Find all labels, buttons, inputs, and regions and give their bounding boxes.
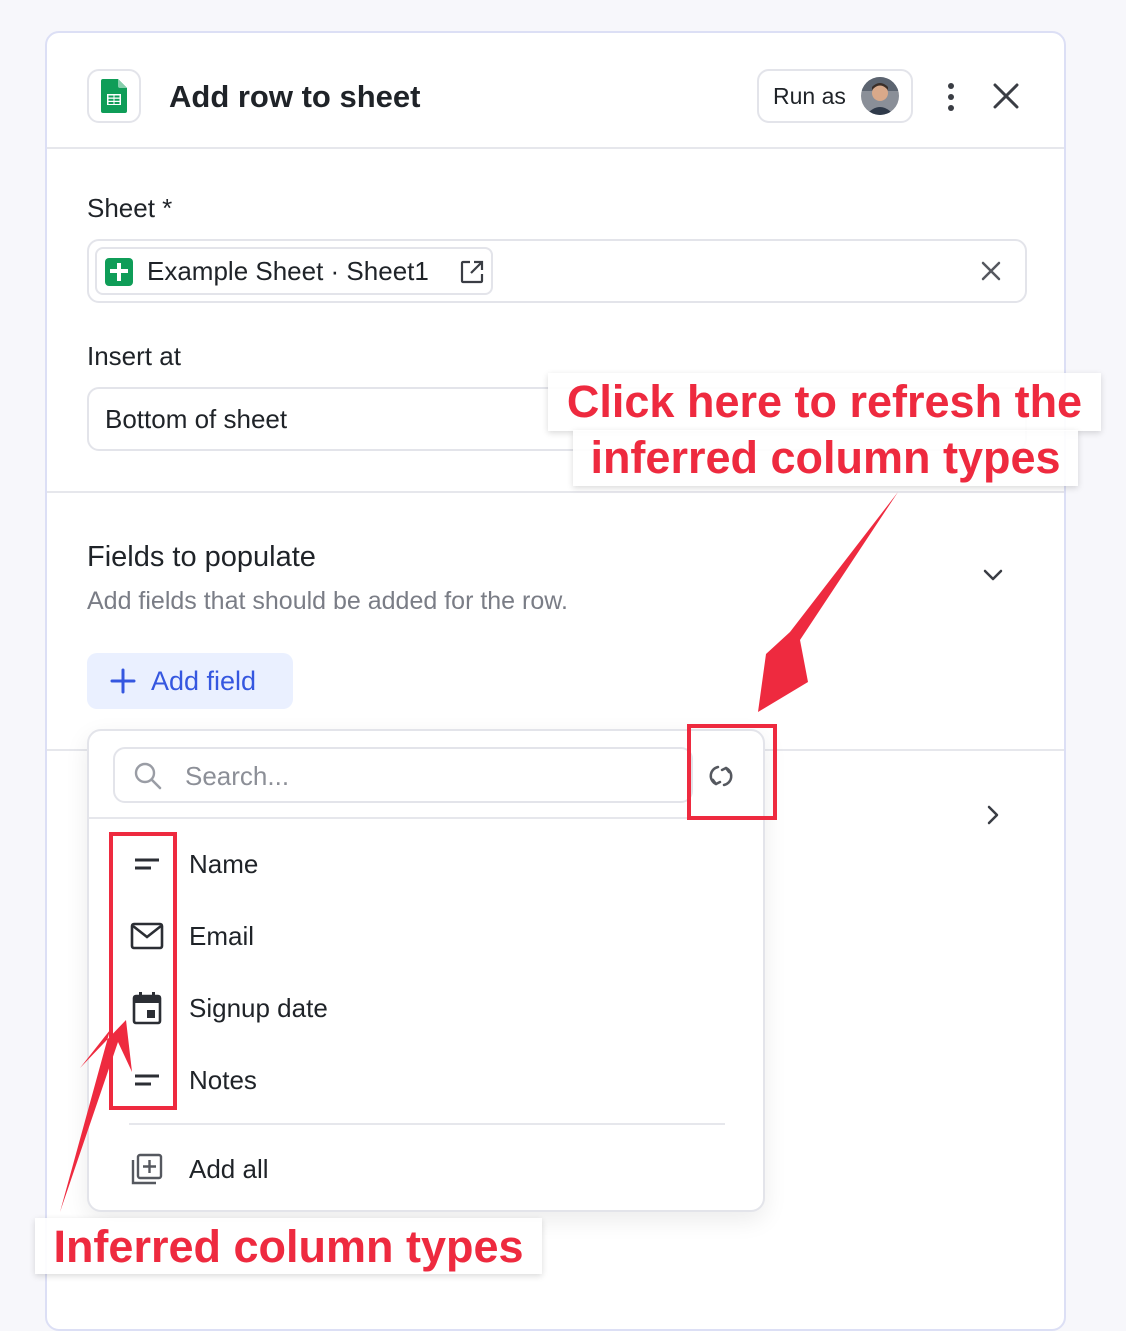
list-item[interactable]: Email: [129, 908, 729, 964]
list-item[interactable]: Name: [129, 836, 729, 892]
section-divider: [47, 491, 1064, 493]
sheets-icon: [105, 258, 133, 286]
more-options-icon[interactable]: [937, 81, 965, 115]
plus-icon: [109, 667, 137, 695]
add-field-label: Add field: [151, 665, 257, 696]
chevron-right-icon[interactable]: [981, 803, 1005, 827]
selected-sheet-name: Example Sheet · Sheet1: [147, 255, 429, 286]
list-item-label: Notes: [189, 1064, 257, 1095]
search-input[interactable]: [183, 757, 667, 795]
refresh-highlight-box: [687, 724, 777, 820]
types-highlight-box: [109, 832, 177, 1110]
insert-at-label: Insert at: [87, 341, 181, 371]
avatar: [861, 77, 899, 115]
fields-section-subtitle: Add fields that should be added for the …: [87, 587, 568, 615]
add-all-icon: [129, 1151, 165, 1187]
list-item[interactable]: Signup date: [129, 980, 729, 1036]
page-title: Add row to sheet: [169, 79, 421, 114]
add-all-label: Add all: [189, 1153, 269, 1184]
list-item[interactable]: Notes: [129, 1052, 729, 1108]
insert-at-value: Bottom of sheet: [105, 404, 288, 434]
add-field-button[interactable]: Add field: [87, 653, 293, 709]
types-callout: Inferred column types: [35, 1218, 542, 1274]
list-item-label: Signup date: [189, 992, 328, 1023]
dropdown-divider: [89, 817, 763, 819]
refresh-callout-line1: Click here to refresh the: [548, 373, 1101, 431]
chevron-down-icon[interactable]: [981, 563, 1005, 587]
dropdown-divider: [129, 1123, 725, 1125]
external-link-icon[interactable]: [459, 259, 485, 285]
sheet-field[interactable]: Example Sheet · Sheet1: [87, 239, 1027, 303]
close-icon[interactable]: [991, 81, 1021, 111]
search-field[interactable]: [113, 747, 693, 803]
sheet-label: Sheet *: [87, 193, 173, 223]
search-icon: [133, 761, 163, 791]
field-picker-dropdown: Name Email Signup date: [87, 729, 765, 1212]
selected-sheet-chip[interactable]: Example Sheet · Sheet1: [95, 247, 493, 295]
clear-sheet-icon[interactable]: [979, 259, 1003, 283]
run-as-button[interactable]: Run as: [757, 69, 913, 123]
fields-section-title: Fields to populate: [87, 541, 316, 573]
list-item-label: Name: [189, 848, 259, 879]
google-sheets-app-icon: [87, 69, 141, 123]
refresh-callout-line2: inferred column types: [573, 430, 1078, 486]
panel-header: Add row to sheet Run as: [47, 33, 1064, 149]
add-all-item[interactable]: Add all: [129, 1141, 729, 1197]
list-item-label: Email: [189, 920, 255, 951]
run-as-label: Run as: [773, 82, 846, 109]
